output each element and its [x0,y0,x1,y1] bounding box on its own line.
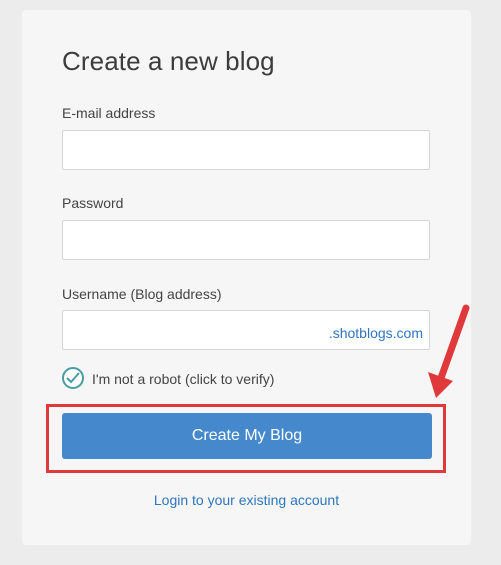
password-label: Password [62,195,124,211]
email-field[interactable] [62,130,430,170]
captcha-label: I'm not a robot (click to verify) [92,371,275,387]
page-title: Create a new blog [62,46,275,76]
username-label: Username (Blog address) [62,286,222,302]
highlight-box [46,404,446,473]
login-link[interactable]: Login to your existing account [22,492,471,508]
check-icon [66,372,80,384]
email-label: E-mail address [62,105,156,121]
password-field[interactable] [62,220,430,260]
captcha-checkbox[interactable] [62,367,84,389]
domain-suffix: .shotblogs.com [328,325,423,341]
